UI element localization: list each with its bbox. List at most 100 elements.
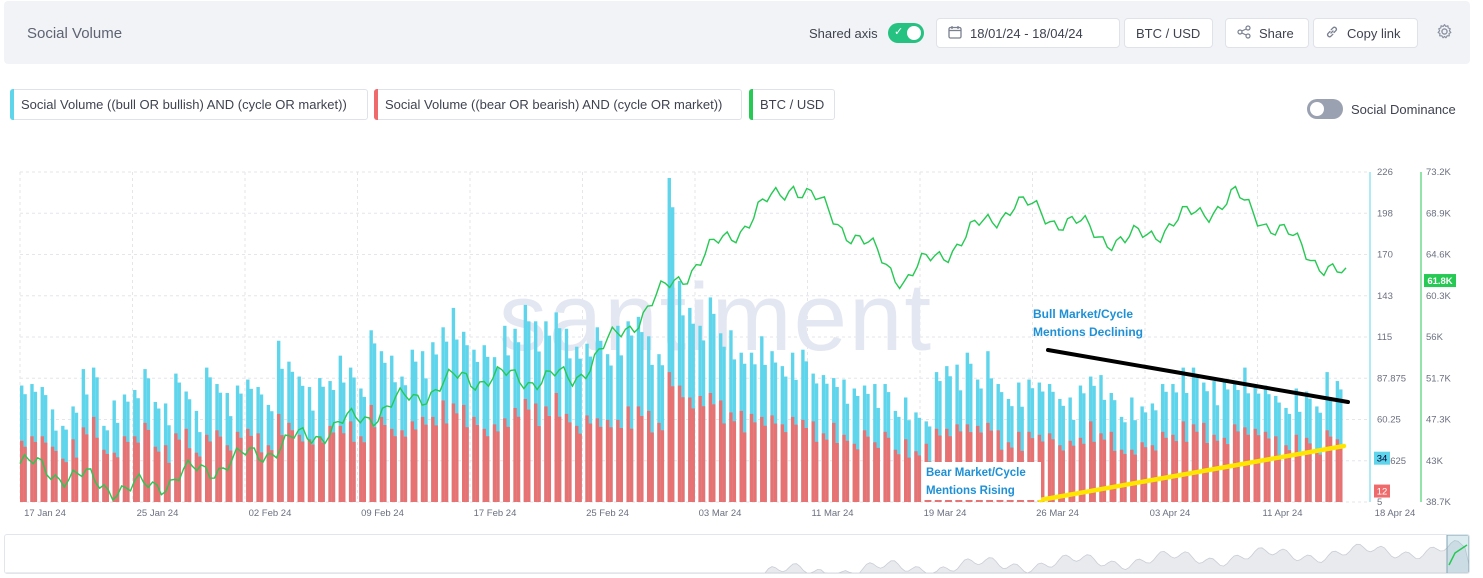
bar-bear (564, 413, 569, 502)
chart-area[interactable]: 17 Jan 24 25 Jan 24 02 Feb 24 09 Feb 24 17 F… (0, 160, 1483, 520)
legend-label: BTC / USD (760, 97, 825, 112)
legend-bull-volume[interactable]: Social Volume ((bull OR bullish) AND (cy… (10, 89, 368, 120)
bar-bear (1263, 431, 1268, 502)
pair-select[interactable]: BTC / USD (1124, 18, 1213, 48)
bar-bear (1102, 439, 1107, 502)
bar-bear (1297, 453, 1302, 502)
bar-bear (146, 429, 151, 502)
bar-bear (311, 444, 315, 502)
bar-bear (780, 424, 785, 502)
bar-bear (390, 428, 394, 502)
bar-bear (434, 425, 438, 502)
gear-icon[interactable] (1436, 23, 1453, 45)
social-dominance-toggle[interactable] (1307, 99, 1343, 119)
navigator-selection-handle (1446, 535, 1469, 573)
bar-bear (194, 452, 199, 502)
bar-bear (790, 416, 795, 502)
date-range-button[interactable]: 18/01/24 - 18/04/24 (936, 18, 1120, 48)
bar-bear (342, 433, 346, 502)
bar-bear (256, 433, 260, 502)
x-tick-label: 25 Feb 24 (586, 508, 629, 519)
bar-bear (763, 425, 767, 502)
bar-bear (852, 443, 856, 502)
bar-bear (40, 436, 44, 502)
bar-bear (523, 398, 528, 502)
bar-bear (215, 430, 219, 502)
date-range-label: 18/01/24 - 18/04/24 (970, 25, 1083, 41)
bar-bear (753, 422, 757, 502)
bar-bear (352, 441, 356, 502)
last-value-bull: 34 (1377, 454, 1388, 465)
bar-bear (465, 427, 469, 502)
shared-axis-label: Shared axis (809, 26, 878, 41)
legend-btc-usd[interactable]: BTC / USD (749, 89, 835, 120)
y-left-tick-label: 115 (1377, 332, 1392, 343)
bar-bear (441, 400, 445, 502)
social-dominance-label: Social Dominance (1351, 102, 1456, 117)
bar-bear (1130, 449, 1134, 502)
timeline-navigator[interactable] (4, 534, 1470, 574)
bar-bear (300, 441, 305, 502)
x-tick-label: 26 Mar 24 (1036, 508, 1079, 519)
bar-bear (61, 458, 65, 502)
bar-bear (153, 446, 158, 502)
bar-bear (616, 419, 620, 502)
bar-bear (698, 395, 702, 502)
bar-bear (307, 439, 312, 502)
bar-bear (239, 437, 243, 502)
bar-bear (914, 451, 918, 502)
legend-color-swatch (374, 89, 378, 120)
bar-bear (862, 430, 867, 502)
bar-bear (554, 392, 558, 502)
x-tick-label: 02 Feb 24 (249, 508, 292, 519)
bar-bear (270, 450, 274, 502)
bar-bear (749, 413, 754, 502)
bar-bear (1160, 431, 1165, 502)
bar-bear (105, 453, 110, 502)
bar-bear (472, 416, 476, 502)
bar-bear (451, 403, 456, 502)
x-tick-label: 11 Apr 24 (1263, 508, 1303, 519)
bar-bear (290, 430, 295, 502)
bar-bear (557, 416, 562, 502)
navigator-minimap[interactable] (5, 535, 1470, 574)
y-right-tick-label: 73.2K (1426, 167, 1451, 178)
bar-bear (30, 436, 34, 502)
share-button[interactable]: Share (1225, 18, 1309, 48)
page-title: Social Volume (27, 25, 123, 42)
legend-bear-volume[interactable]: Social Volume ((bear OR bearish) AND (cy… (374, 89, 742, 120)
bar-bear (670, 386, 675, 502)
bar-bear (650, 432, 654, 502)
bar-bear (297, 434, 301, 502)
bar-bear (1277, 454, 1281, 502)
x-tick-label: 11 Mar 24 (811, 508, 853, 519)
bar-bear (1274, 436, 1278, 502)
bar-bear (585, 415, 589, 502)
bar-bear (544, 406, 548, 502)
y-right-tick-label: 51.7K (1426, 373, 1451, 384)
y-right-tick-label: 38.7K (1426, 497, 1451, 508)
bar-bear (1315, 449, 1319, 502)
shared-axis-toggle[interactable]: ✓ (888, 23, 924, 43)
bar-bear (681, 397, 685, 502)
bar-bear (739, 410, 743, 502)
bar-bear (1140, 442, 1144, 502)
bar-bear (235, 431, 240, 502)
bar-bear (537, 426, 541, 502)
bar-bear (1150, 445, 1155, 502)
bar-bear (444, 423, 449, 502)
y-left-tick-label: 226 (1377, 167, 1393, 178)
x-tick-label: 03 Apr 24 (1150, 508, 1191, 519)
bar-bear (1284, 445, 1288, 502)
copy-link-button[interactable]: Copy link (1313, 18, 1418, 48)
bar-bear (1154, 450, 1158, 502)
bar-bear (1256, 435, 1261, 502)
bar-bear (1112, 450, 1117, 502)
toggle-knob (907, 26, 921, 40)
bar-bear (657, 422, 661, 502)
bar-bear (1215, 440, 1220, 502)
bar-bear (1191, 424, 1196, 502)
bar-bear (866, 436, 870, 502)
bar-bear (804, 427, 808, 502)
bar-bear (1339, 445, 1343, 502)
